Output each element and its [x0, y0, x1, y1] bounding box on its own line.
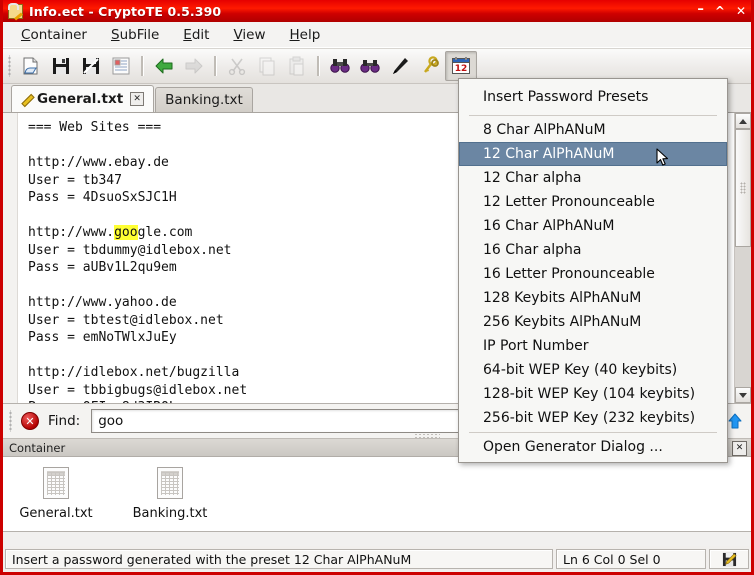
menu-item-preset-12[interactable]: 256-bit WEP Key (232 keybits) — [459, 406, 727, 430]
titlebar: Info.ect - CryptoTE 0.5.390 – ^ ✕ — [3, 0, 751, 22]
window-title: Info.ect - CryptoTE 0.5.390 — [29, 3, 222, 19]
menu-item-preset-11[interactable]: 128-bit WEP Key (104 keybits) — [459, 382, 727, 406]
close-button[interactable]: ✕ — [736, 5, 746, 17]
calendar-12-icon: 12 — [452, 57, 470, 74]
toolbar-separator — [214, 56, 217, 76]
open-container-button[interactable] — [16, 52, 46, 80]
scroll-down-button[interactable] — [735, 387, 751, 403]
save-modified-icon[interactable] — [709, 549, 749, 569]
locked-document-icon — [7, 3, 23, 21]
close-circle-icon[interactable]: ✕ — [21, 412, 39, 430]
search-match-highlight: goo — [114, 225, 138, 240]
tab-general-txt[interactable]: General.txt ✕ — [11, 85, 155, 112]
container-item-label: Banking.txt — [132, 506, 208, 521]
find-replace-button[interactable] — [355, 52, 385, 80]
tab-banking-txt[interactable]: Banking.txt — [155, 87, 253, 112]
properties-icon — [112, 57, 130, 75]
redo-arrow-icon — [185, 58, 203, 74]
text-document-icon — [157, 467, 183, 499]
menu-item-preset-9[interactable]: IP Port Number — [459, 334, 727, 358]
container-item-general-txt[interactable]: General.txt — [17, 467, 95, 521]
menu-item-preset-1[interactable]: 12 Char AlPhANuM — [459, 142, 727, 166]
save-as-container-button[interactable] — [76, 52, 106, 80]
menu-item-preset-8[interactable]: 256 Keybits AlPhANuM — [459, 310, 727, 334]
password-keys-button[interactable] — [415, 52, 445, 80]
floppy-save-icon — [53, 58, 69, 74]
maximize-button[interactable]: ^ — [715, 5, 725, 17]
folder-open-icon — [23, 57, 38, 75]
toolbar-separator — [141, 56, 144, 76]
keys-icon — [424, 56, 439, 73]
tab-close-icon[interactable]: ✕ — [130, 92, 145, 106]
svg-text:12: 12 — [455, 64, 468, 74]
container-panel-close-icon[interactable]: ✕ — [732, 441, 747, 456]
menu-item-preset-3[interactable]: 12 Letter Pronounceable — [459, 190, 727, 214]
scissors-icon — [228, 58, 246, 76]
go-to-button[interactable] — [385, 52, 415, 80]
binoculars-replace-icon — [360, 60, 380, 73]
menu-item-preset-0[interactable]: 8 Char AlPhANuM — [459, 118, 727, 142]
scroll-track[interactable] — [735, 129, 751, 387]
copy-button[interactable] — [252, 52, 282, 80]
insert-password-presets-button[interactable]: 12 — [445, 51, 477, 81]
cursor-position: Ln 6 Col 0 Sel 0 — [556, 549, 706, 569]
copy-icon — [259, 57, 275, 76]
findbar-grip[interactable] — [7, 410, 15, 432]
undo-button[interactable] — [149, 52, 179, 80]
toolbar-separator — [317, 56, 320, 76]
paste-button[interactable] — [282, 52, 312, 80]
menu-separator — [469, 432, 717, 433]
menu-item-preset-4[interactable]: 16 Char AlPhANuM — [459, 214, 727, 238]
password-presets-menu: Insert Password Presets 8 Char AlPhANuM 1… — [458, 78, 728, 463]
undo-arrow-icon — [155, 58, 173, 74]
menu-subfile[interactable]: SubFile — [101, 24, 169, 46]
floppy-save-as-icon — [83, 58, 99, 74]
editor-gutter — [3, 113, 18, 403]
container-file-list: General.txt Banking.txt — [3, 457, 751, 521]
scroll-thumb[interactable] — [735, 129, 751, 247]
menu-item-preset-10[interactable]: 64-bit WEP Key (40 keybits) — [459, 358, 727, 382]
window-controls: – ^ ✕ — [697, 0, 746, 22]
menu-item-open-generator-dialog[interactable]: Open Generator Dialog ... — [459, 435, 727, 459]
cryptote-window: Info.ect - CryptoTE 0.5.390 – ^ ✕ CConta… — [0, 0, 754, 575]
menu-item-preset-5[interactable]: 16 Char alpha — [459, 238, 727, 262]
tab-label: General.txt — [37, 91, 124, 107]
statusbar: Insert a password generated with the pre… — [3, 546, 751, 572]
menubar: CContainerontainer SubFile Edit View Hel… — [3, 22, 751, 49]
menu-item-preset-7[interactable]: 128 Keybits AlPhANuM — [459, 286, 727, 310]
save-container-button[interactable] — [46, 52, 76, 80]
menu-item-preset-2[interactable]: 12 Char alpha — [459, 166, 727, 190]
menu-title: Insert Password Presets — [483, 89, 649, 105]
redo-button[interactable] — [179, 52, 209, 80]
paste-icon — [289, 56, 304, 76]
menu-view[interactable]: View — [223, 24, 275, 46]
menu-edit[interactable]: Edit — [173, 24, 219, 46]
menu-item-preset-6[interactable]: 16 Letter Pronounceable — [459, 262, 727, 286]
scroll-up-button[interactable] — [735, 113, 751, 129]
find-button[interactable] — [325, 52, 355, 80]
pencil-icon — [21, 93, 35, 107]
container-properties-button[interactable] — [106, 52, 136, 80]
find-label: Find: — [48, 413, 81, 429]
container-item-label: General.txt — [19, 506, 93, 521]
cut-button[interactable] — [222, 52, 252, 80]
menu-container[interactable]: CContainerontainer — [11, 24, 97, 46]
status-message: Insert a password generated with the pre… — [5, 549, 553, 569]
minimize-button[interactable]: – — [697, 3, 704, 16]
container-item-banking-txt[interactable]: Banking.txt — [131, 467, 209, 521]
binoculars-icon — [330, 59, 350, 73]
menu-help[interactable]: Help — [280, 24, 331, 46]
toolbar-grip[interactable] — [6, 55, 14, 77]
menu-separator — [469, 115, 717, 116]
editor-vertical-scrollbar[interactable] — [734, 113, 751, 403]
ink-pen-icon — [393, 58, 408, 74]
arrow-up-icon — [728, 413, 742, 429]
tab-label: Banking.txt — [165, 92, 243, 108]
text-document-icon — [43, 467, 69, 499]
